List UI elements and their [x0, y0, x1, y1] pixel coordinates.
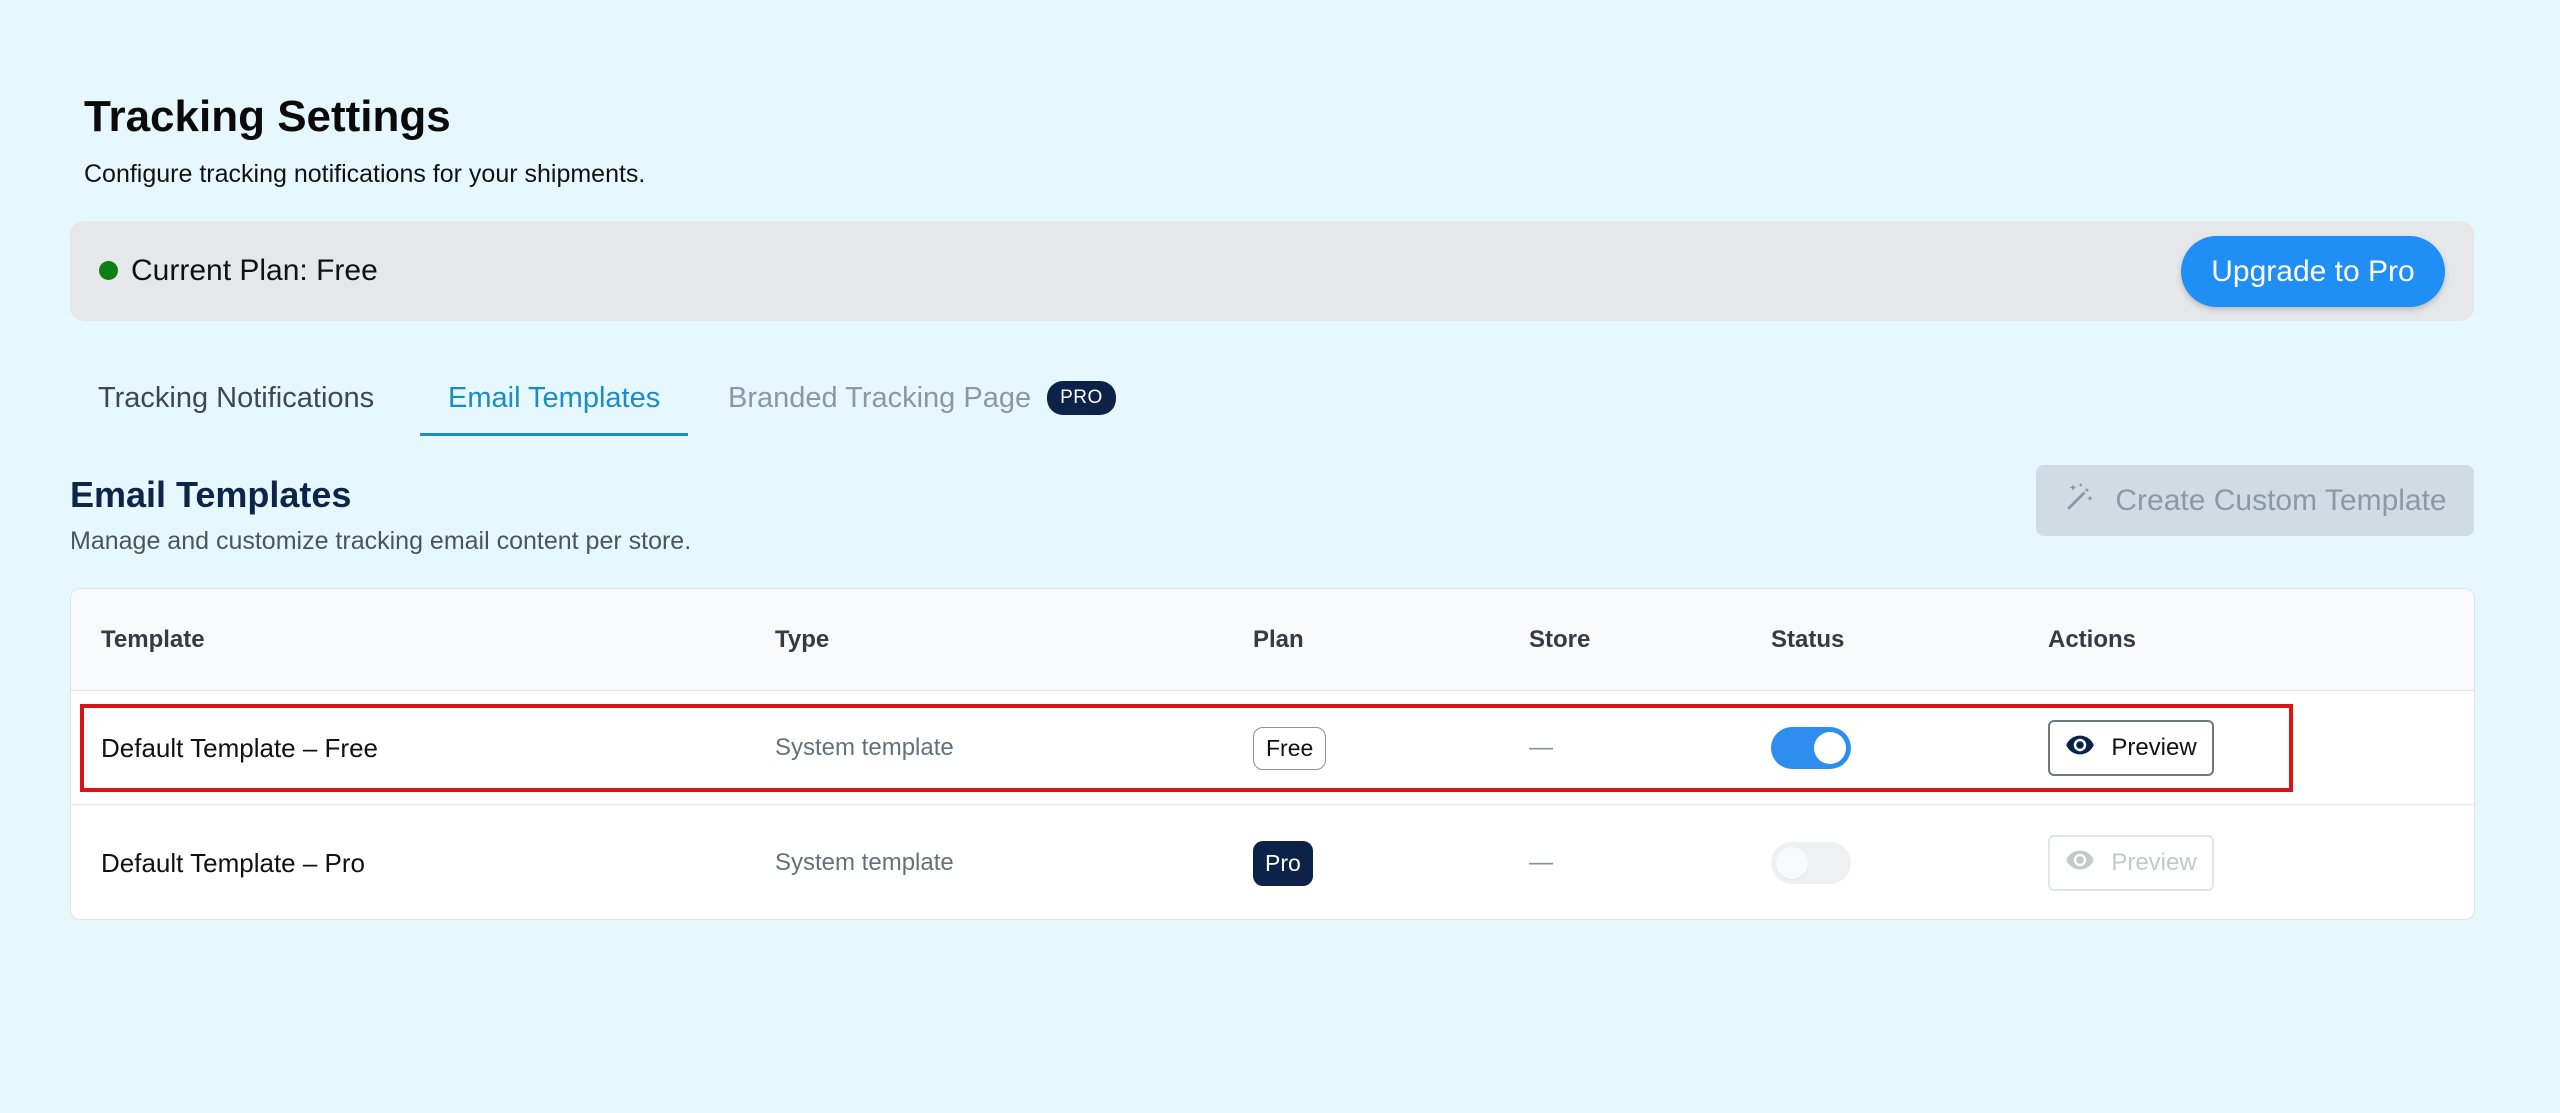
- actions-cell: Preview: [2048, 691, 2214, 805]
- create-template-label: Create Custom Template: [2115, 483, 2447, 517]
- template-name: Default Template – Free: [101, 732, 378, 763]
- plan-badge: Pro: [1253, 840, 1313, 886]
- eye-icon: [2065, 845, 2095, 882]
- toggle-knob: [1814, 732, 1846, 764]
- tracking-settings-page: Tracking Settings Configure tracking not…: [0, 0, 2560, 1113]
- status-toggle[interactable]: [1771, 842, 1851, 884]
- tab-branded-tracking-page[interactable]: Branded Tracking Page PRO: [700, 360, 1144, 436]
- create-custom-template-button[interactable]: Create Custom Template: [2036, 465, 2474, 536]
- settings-tabs: Tracking Notifications Email Templates B…: [70, 360, 1170, 436]
- template-name: Default Template – Pro: [101, 847, 365, 878]
- preview-button[interactable]: Preview: [2048, 720, 2214, 776]
- column-header-status: Status: [1771, 626, 1845, 653]
- template-type: System template: [775, 849, 954, 876]
- template-type: System template: [775, 734, 954, 761]
- tab-label: Email Templates: [448, 381, 661, 414]
- eye-icon: [2065, 730, 2095, 767]
- toggle-knob: [1776, 847, 1808, 879]
- pro-badge: PRO: [1047, 381, 1116, 415]
- tab-label: Tracking Notifications: [98, 381, 375, 414]
- store-value: —: [1529, 849, 1553, 876]
- plan-cell: Free: [1253, 691, 1327, 805]
- table-header: Template Type Plan Store Status Actions: [71, 589, 2474, 691]
- page-subtitle: Configure tracking notifications for you…: [84, 160, 646, 188]
- upgrade-to-pro-button[interactable]: Upgrade to Pro: [2181, 236, 2445, 307]
- actions-cell: Preview: [2048, 806, 2214, 919]
- page-title: Tracking Settings: [84, 92, 451, 141]
- preview-button[interactable]: Preview: [2048, 835, 2214, 891]
- column-header-plan: Plan: [1253, 626, 1304, 653]
- section-subtitle: Manage and customize tracking email cont…: [70, 527, 692, 555]
- status-toggle[interactable]: [1771, 727, 1851, 769]
- tab-tracking-notifications[interactable]: Tracking Notifications: [70, 360, 402, 436]
- email-templates-table: Template Type Plan Store Status Actions …: [70, 588, 2475, 920]
- magic-wand-icon: [2063, 480, 2097, 522]
- current-plan-label: Current Plan: Free: [131, 254, 378, 287]
- preview-label: Preview: [2111, 734, 2197, 761]
- preview-label: Preview: [2111, 849, 2197, 876]
- tab-email-templates[interactable]: Email Templates: [420, 360, 689, 436]
- status-cell: [1771, 806, 1851, 919]
- column-header-type: Type: [775, 626, 830, 653]
- table-row: Default Template – Free System template …: [71, 691, 2474, 805]
- plan-cell: Pro: [1253, 806, 1313, 919]
- plan-badge: Free: [1253, 726, 1327, 770]
- table-row: Default Template – Pro System template P…: [71, 806, 2474, 919]
- store-value: —: [1529, 734, 1553, 761]
- column-header-store: Store: [1529, 626, 1591, 653]
- status-cell: [1771, 691, 1851, 805]
- current-plan-bar: Current Plan: Free Upgrade to Pro: [70, 221, 2474, 321]
- section-title: Email Templates: [70, 474, 352, 515]
- plan-status-dot-icon: [99, 261, 118, 280]
- tab-label: Branded Tracking Page: [728, 381, 1032, 414]
- column-header-template: Template: [101, 626, 205, 653]
- column-header-actions: Actions: [2048, 626, 2137, 653]
